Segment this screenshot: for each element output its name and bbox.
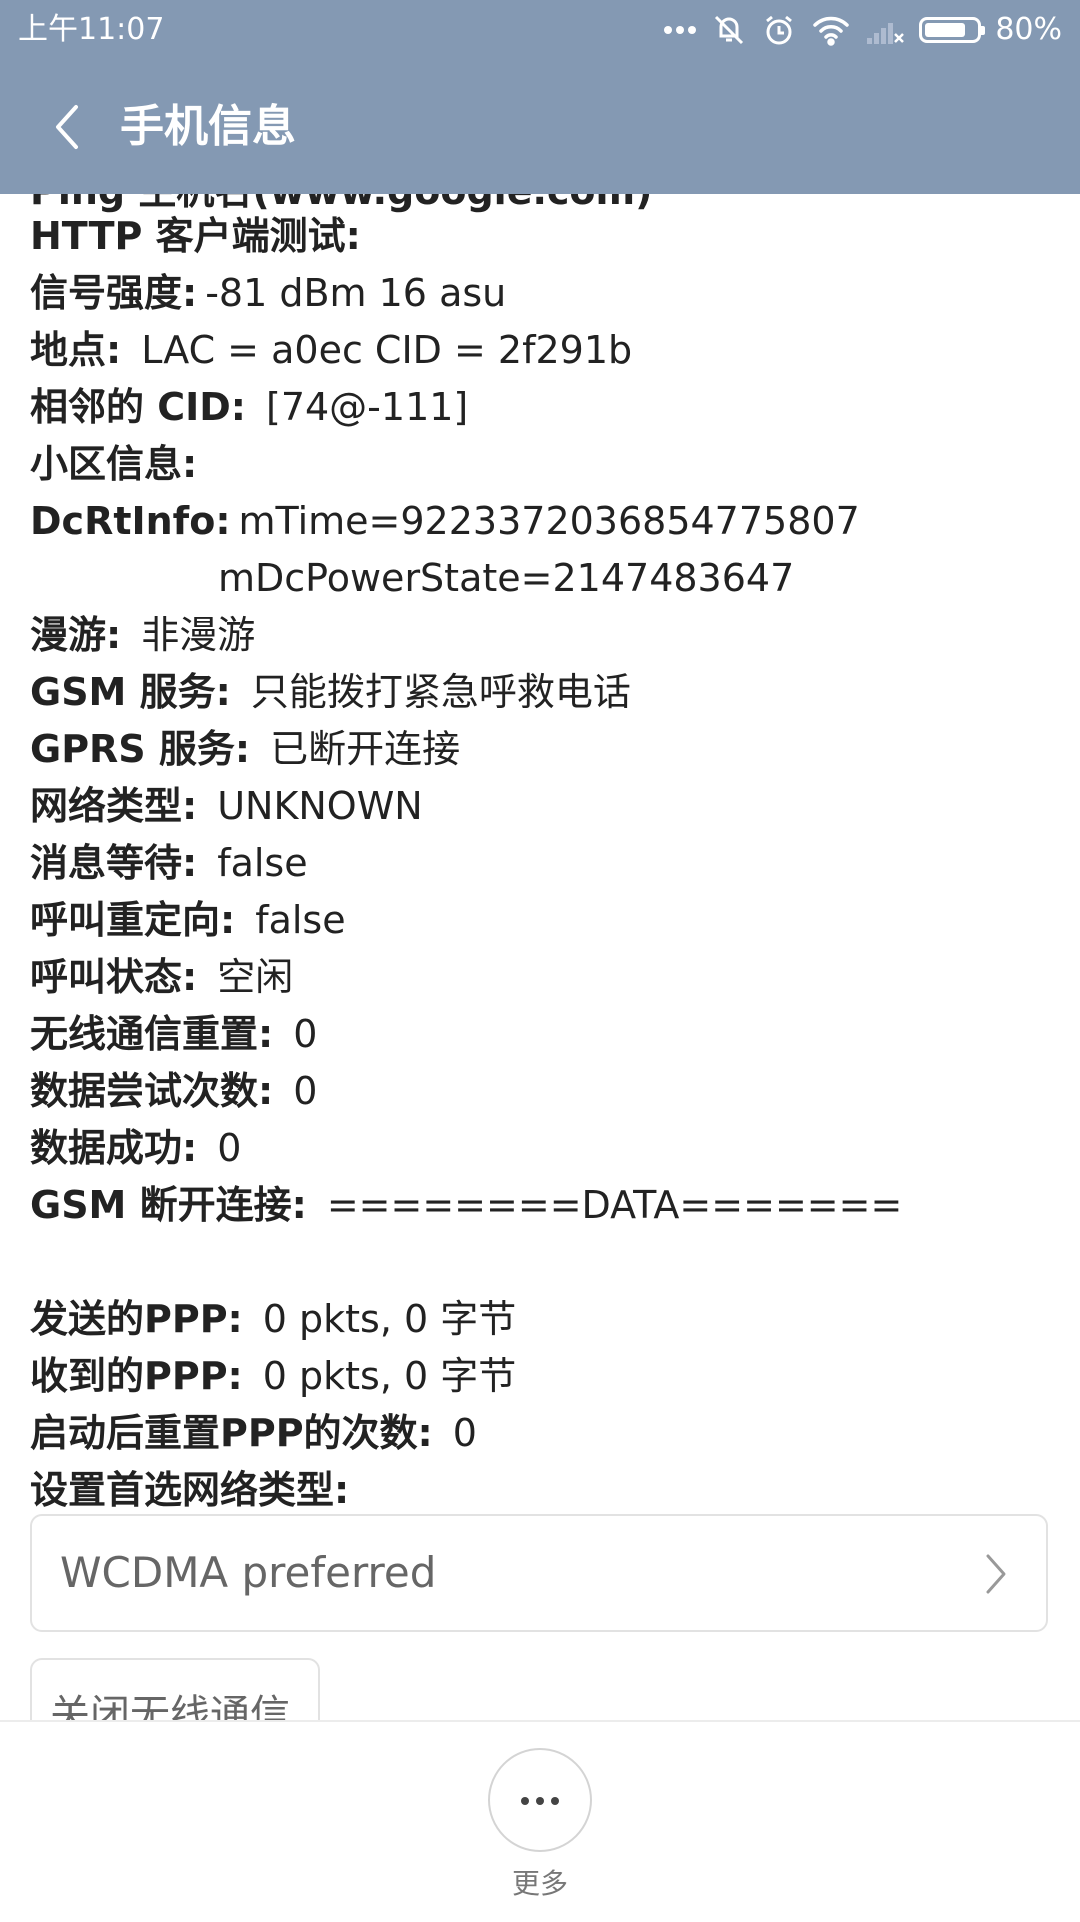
- row-label: 漫游:: [30, 613, 122, 657]
- info-row-gprs-service: GPRS 服务: 已断开连接: [30, 725, 460, 773]
- row-label: 无线通信重置:: [30, 1012, 274, 1056]
- battery-percent: 80%: [995, 12, 1062, 47]
- alarm-icon: [761, 12, 797, 48]
- back-arrow-icon[interactable]: [40, 97, 100, 157]
- row-label: 网络类型:: [30, 784, 198, 828]
- row-label: GSM 服务:: [30, 670, 231, 714]
- row-label: 相邻的 CID:: [30, 385, 246, 429]
- title-bar: 手机信息: [0, 60, 1080, 194]
- info-row-roaming: 漫游: 非漫游: [30, 611, 255, 659]
- row-value: false: [217, 841, 308, 885]
- row-label: 消息等待:: [30, 841, 198, 885]
- info-row-signal: 信号强度: -81 dBm 16 asu: [30, 269, 506, 317]
- info-row-message-waiting: 消息等待: false: [30, 839, 308, 887]
- row-label: 呼叫状态:: [30, 955, 198, 999]
- row-value: mTime=9223372036854775807: [238, 499, 860, 543]
- status-icons: 80%: [649, 0, 1062, 60]
- info-row-neighbor-cid: 相邻的 CID: [74@-111]: [30, 383, 468, 431]
- row-label: 发送的PPP:: [30, 1297, 243, 1341]
- info-row-preferred-network: 设置首选网络类型:: [30, 1466, 369, 1514]
- row-label: 信号强度:: [30, 271, 198, 315]
- row-value: 0 pkts, 0 字节: [262, 1354, 517, 1398]
- bottom-bar: 更多: [0, 1720, 1080, 1922]
- row-value: UNKNOWN: [217, 784, 423, 828]
- more-notifications-icon: [663, 25, 697, 35]
- row-value: 空闲: [217, 955, 294, 999]
- info-row-ppp-received: 收到的PPP: 0 pkts, 0 字节: [30, 1352, 516, 1400]
- row-value: -81 dBm 16 asu: [205, 271, 507, 315]
- info-row-radio-resets: 无线通信重置: 0: [30, 1010, 317, 1058]
- info-row-data-attempts: 数据尝试次数: 0: [30, 1067, 317, 1115]
- status-time: 上午11:07: [18, 12, 165, 47]
- more-label: 更多: [511, 1867, 568, 1900]
- row-value: 0: [452, 1411, 477, 1455]
- row-value: false: [255, 898, 346, 942]
- row-value: [74@-111]: [266, 385, 469, 429]
- info-row-call-state: 呼叫状态: 空闲: [30, 953, 293, 1001]
- info-row-ppp-resets: 启动后重置PPP的次数: 0: [30, 1409, 477, 1457]
- status-bar: 上午11:07 80%: [0, 0, 1080, 60]
- row-label: 启动后重置PPP的次数:: [30, 1411, 433, 1455]
- info-row-gsm-disconnect: GSM 断开连接: ========DATA=======: [30, 1181, 902, 1229]
- more-dots-icon: [520, 1791, 560, 1810]
- row-label: 收到的PPP:: [30, 1354, 243, 1398]
- row-label: 数据成功:: [30, 1126, 198, 1170]
- row-label: GSM 断开连接:: [30, 1183, 307, 1227]
- info-row-call-redirect: 呼叫重定向: false: [30, 896, 346, 944]
- row-value: ========DATA=======: [326, 1183, 903, 1227]
- row-value: 0 pkts, 0 字节: [262, 1297, 517, 1341]
- row-value: 0: [293, 1069, 318, 1113]
- row-value: 0: [293, 1012, 318, 1056]
- row-label: GPRS 服务:: [30, 727, 251, 771]
- battery-icon: [919, 17, 986, 43]
- row-label: 设置首选网络类型:: [30, 1468, 350, 1512]
- row-label: HTTP 客户端测试:: [30, 214, 361, 258]
- vibrate-off-icon: [711, 12, 747, 48]
- info-row-data-success: 数据成功: 0: [30, 1124, 241, 1172]
- info-row-location: 地点: LAC = a0ec CID = 2f291b: [30, 326, 632, 374]
- row-value: 已断开连接: [270, 727, 461, 771]
- more-button[interactable]: [488, 1748, 592, 1852]
- preferred-network-select[interactable]: WCDMA preferred: [30, 1514, 1048, 1632]
- preferred-network-value: WCDMA preferred: [60, 1548, 437, 1597]
- info-row-http-test: HTTP 客户端测试:: [30, 212, 381, 260]
- info-row-dcrtinfo-cont: mDcPowerState=2147483647: [218, 556, 795, 600]
- row-value: 非漫游: [141, 613, 256, 657]
- page-title: 手机信息: [120, 101, 296, 152]
- info-row-network-type: 网络类型: UNKNOWN: [30, 782, 423, 830]
- signal-no-service-icon: [865, 14, 905, 46]
- row-label: 小区信息:: [30, 442, 198, 486]
- row-value: LAC = a0ec CID = 2f291b: [141, 328, 633, 372]
- turn-off-radio-button[interactable]: 关闭无线通信: [30, 1658, 320, 1720]
- chevron-right-icon: [976, 1552, 1016, 1596]
- row-label: 呼叫重定向:: [30, 898, 236, 942]
- wifi-icon: [811, 14, 851, 46]
- row-label: 地点:: [30, 328, 122, 372]
- info-row-dcrtinfo: DcRtInfo: mTime=9223372036854775807: [30, 497, 860, 545]
- info-row-ppp-sent: 发送的PPP: 0 pkts, 0 字节: [30, 1295, 516, 1343]
- row-value: 只能拨打紧急呼救电话: [250, 670, 631, 714]
- row-label: DcRtInfo:: [30, 499, 231, 543]
- top-bar: 上午11:07 80% 手机信息: [0, 0, 1080, 194]
- info-row-gsm-service: GSM 服务: 只能拨打紧急呼救电话: [30, 668, 631, 716]
- info-row-cell-info: 小区信息:: [30, 440, 217, 488]
- row-label: 数据尝试次数:: [30, 1069, 274, 1113]
- phone-info-content[interactable]: Ping 主机名(www.google.com) HTTP 客户端测试: 信号强…: [0, 194, 1080, 1720]
- row-value: 0: [217, 1126, 242, 1170]
